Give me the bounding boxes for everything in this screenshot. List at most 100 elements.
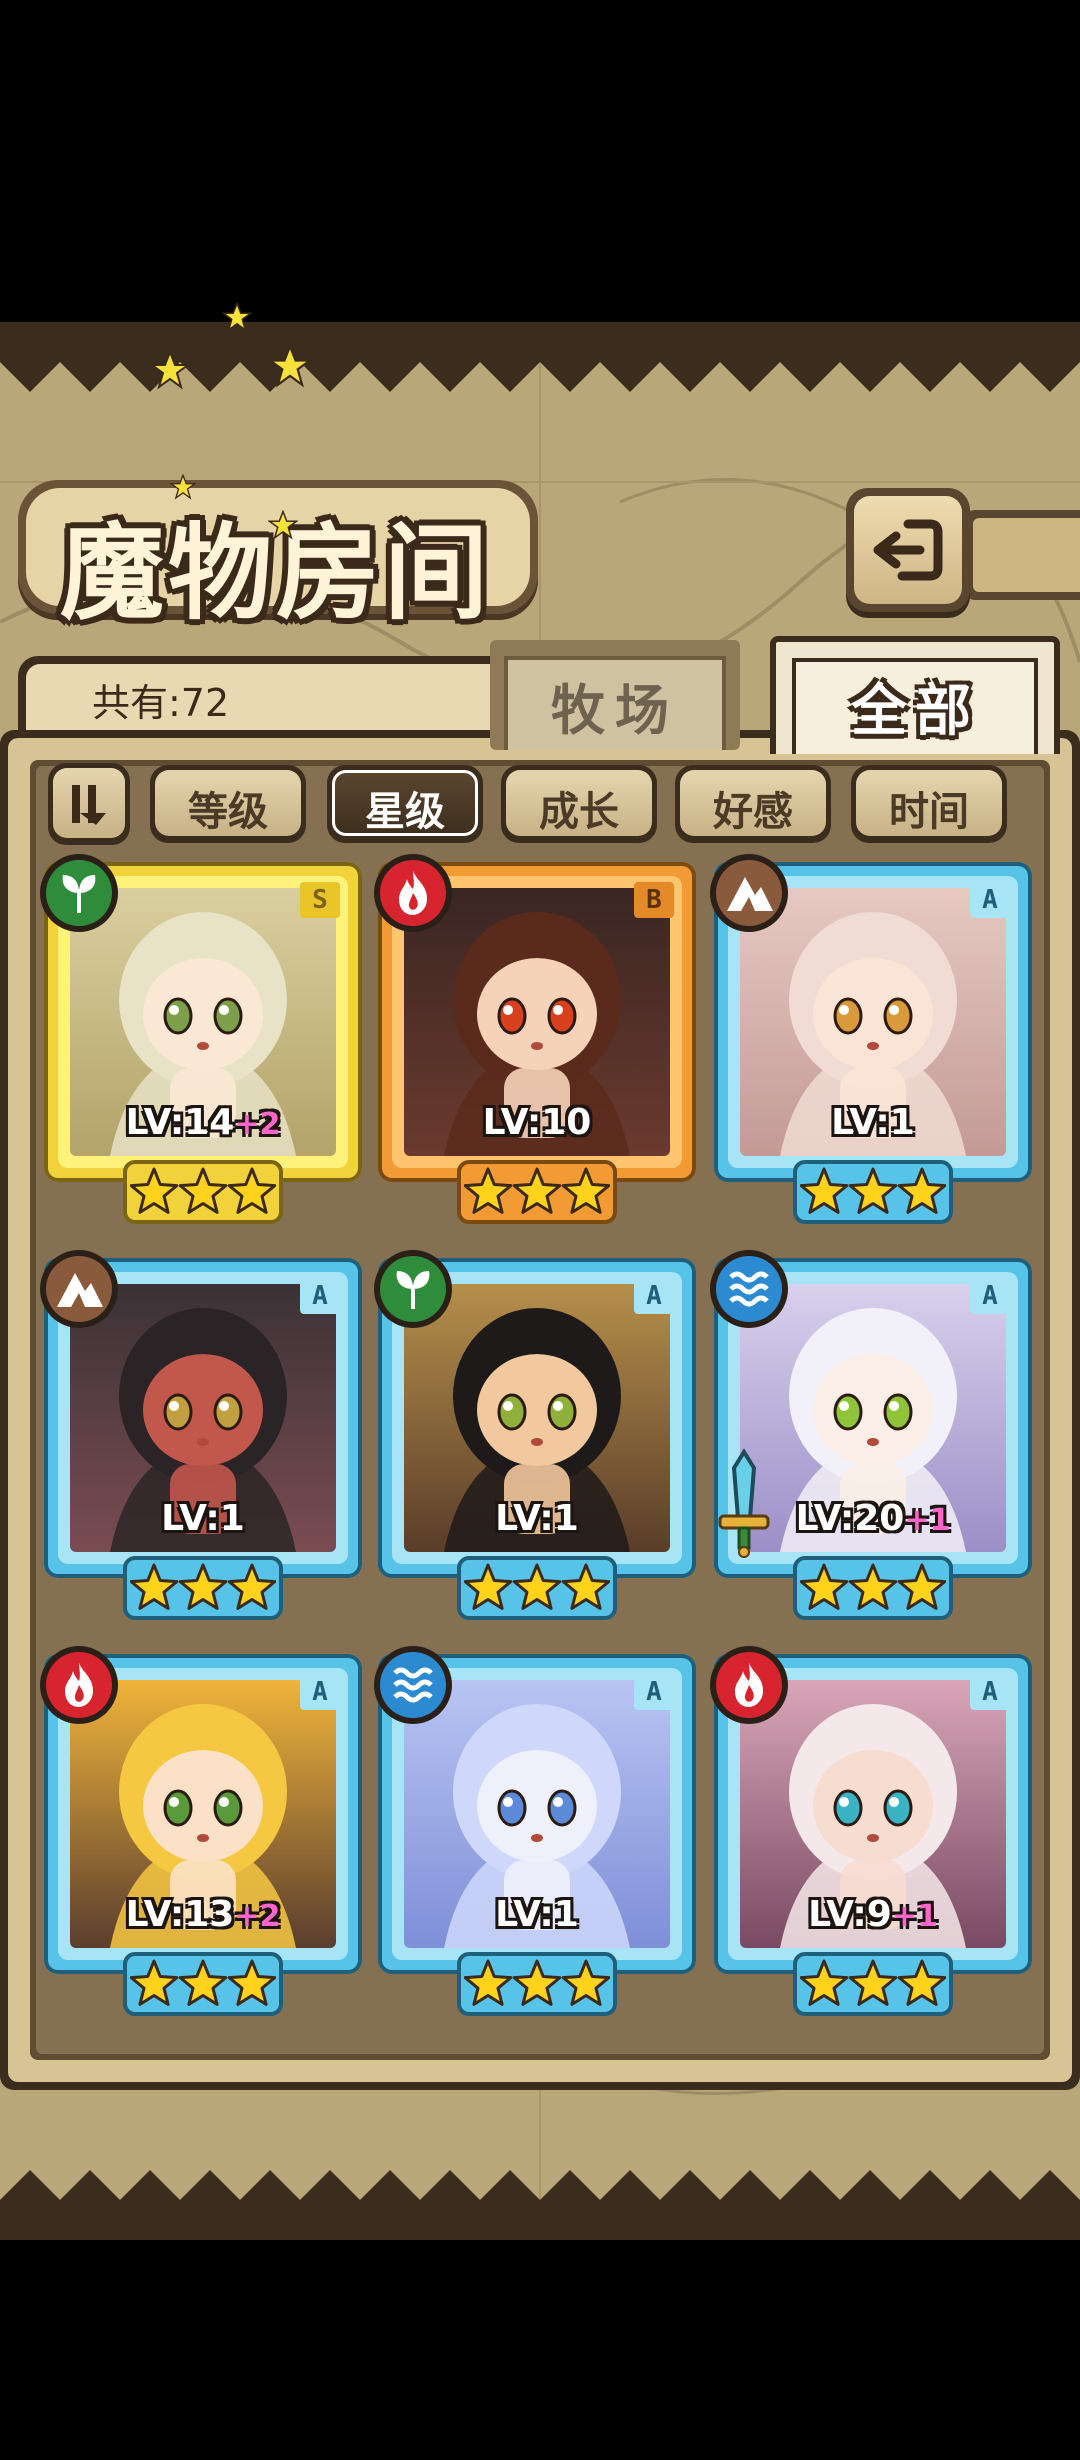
sword-icon: [718, 1448, 770, 1558]
water-icon: [393, 1667, 433, 1703]
rank-badge: A: [300, 1674, 340, 1710]
rating-star-icon: [130, 1167, 179, 1214]
level-bonus: +2: [234, 1899, 281, 1934]
sort-by-growth-button[interactable]: 成长: [501, 765, 657, 843]
star-rating: [800, 1959, 946, 2006]
sort-by-growth-label: 成长: [539, 789, 619, 835]
level-label: LV:13+2: [44, 1894, 362, 1935]
level-value: LV:1: [161, 1498, 245, 1539]
rank-badge: A: [634, 1278, 674, 1314]
sort-by-affection-button[interactable]: 好感: [675, 765, 831, 843]
level-label: LV:9+1: [714, 1894, 1032, 1935]
rank-badge: B: [634, 882, 674, 918]
level-label: LV:10: [378, 1102, 696, 1143]
wind-icon: [396, 1271, 430, 1309]
sort-by-time-label: 时间: [889, 789, 969, 835]
level-bonus: +1: [904, 1503, 951, 1538]
tab-all[interactable]: 全部: [770, 636, 1060, 754]
sparkle-star-icon: [150, 350, 190, 390]
wind-icon: [62, 875, 96, 913]
sparkle-star-icon: [170, 474, 196, 500]
rating-star-icon: [897, 1167, 946, 1214]
rating-star-icon: [897, 1959, 946, 2006]
rating-star-icon: [848, 1563, 898, 1610]
rank-badge: A: [634, 1674, 674, 1710]
level-label: LV:1: [378, 1498, 696, 1539]
monster-card[interactable]: A LV:13+2: [40, 1646, 362, 2024]
level-label: LV:1: [714, 1102, 1032, 1143]
monster-count: 共有:72: [92, 681, 230, 725]
tab-all-label: 全部: [851, 679, 979, 744]
sort-by-affection-label: 好感: [713, 789, 793, 835]
monster-card[interactable]: A LV:1: [374, 1646, 696, 2024]
level-value: LV:13: [125, 1894, 235, 1935]
level-label: LV:14+2: [44, 1102, 362, 1143]
rating-star-icon: [800, 1959, 849, 2006]
level-value: LV:20: [795, 1498, 905, 1539]
fire-icon: [65, 1663, 93, 1707]
monster-card[interactable]: A LV:1: [374, 1250, 696, 1628]
sort-order-button[interactable]: [48, 763, 130, 845]
level-value: LV:14: [125, 1102, 235, 1143]
back-button[interactable]: [846, 488, 970, 612]
level-bonus: +1: [891, 1899, 938, 1934]
rating-star-icon: [227, 1167, 276, 1214]
monster-card[interactable]: B LV:10: [374, 854, 696, 1232]
sparkle-star-icon: [268, 344, 312, 388]
sort-by-time-button[interactable]: 时间: [851, 765, 1007, 843]
level-label: LV:1: [378, 1894, 696, 1935]
rating-star-icon: [464, 1167, 513, 1214]
star-rating: [464, 1959, 610, 2006]
tab-pasture[interactable]: 牧场: [490, 640, 740, 750]
earth-icon: [57, 1273, 103, 1307]
earth-icon: [727, 877, 773, 911]
element-badge: [710, 1250, 788, 1328]
rating-star-icon: [464, 1563, 513, 1610]
fire-icon: [399, 871, 427, 915]
star-rating: [800, 1167, 946, 1214]
level-value: LV:1: [495, 1894, 579, 1935]
sort-by-level-button[interactable]: 等级: [150, 765, 306, 843]
monster-card[interactable]: S LV:14+2: [40, 854, 362, 1232]
rating-star-icon: [561, 1959, 610, 2006]
star-rating: [464, 1167, 610, 1214]
star-rating: [800, 1563, 946, 1610]
rating-star-icon: [178, 1959, 228, 2006]
rating-star-icon: [178, 1167, 228, 1214]
sort-by-stars-button[interactable]: 星级: [327, 765, 483, 843]
rating-star-icon: [512, 1959, 562, 2006]
rating-star-icon: [130, 1959, 179, 2006]
star-rating: [130, 1959, 276, 2006]
rank-badge: A: [970, 1278, 1010, 1314]
monster-card[interactable]: A LV:1: [40, 1250, 362, 1628]
sparkle-star-icon: [222, 302, 252, 332]
star-rating: [130, 1167, 276, 1214]
rating-star-icon: [227, 1959, 276, 2006]
star-rating: [130, 1563, 276, 1610]
element-badge: [374, 1646, 452, 1724]
level-label: LV:1: [44, 1498, 362, 1539]
rating-star-icon: [561, 1167, 610, 1214]
level-value: LV:1: [495, 1498, 579, 1539]
monster-card[interactable]: A LV:9+1: [710, 1646, 1032, 2024]
tab-pasture-label: 牧场: [551, 679, 679, 742]
rating-star-icon: [227, 1563, 276, 1610]
level-value: LV:1: [831, 1102, 915, 1143]
level-value: LV:9: [808, 1894, 892, 1935]
element-badge: [710, 854, 788, 932]
rank-badge: A: [300, 1278, 340, 1314]
monster-card[interactable]: A LV:20+1: [710, 1250, 1032, 1628]
fire-icon: [735, 1663, 763, 1707]
element-badge: [40, 854, 118, 932]
monster-card[interactable]: A LV:1: [710, 854, 1032, 1232]
header-right-bar: [965, 510, 1080, 600]
sort-by-level-label: 等级: [188, 789, 268, 835]
return-arrow-icon: [873, 519, 943, 581]
star-rating: [464, 1563, 610, 1610]
sort-by-stars-label: 星级: [365, 789, 445, 835]
sparkle-star-icon: [268, 510, 298, 540]
rating-star-icon: [800, 1563, 849, 1610]
rank-badge: A: [970, 882, 1010, 918]
element-badge: [374, 1250, 452, 1328]
rating-star-icon: [897, 1563, 946, 1610]
